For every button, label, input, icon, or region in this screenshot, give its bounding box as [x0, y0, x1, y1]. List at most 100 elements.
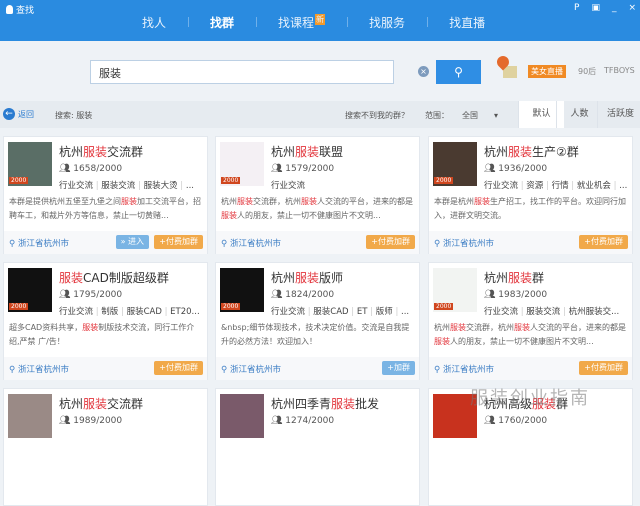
member-count: 👥︎ 1795/2000	[59, 290, 122, 300]
paid-join-button[interactable]: +付费加群	[579, 361, 628, 375]
title-highlight: 服装	[331, 397, 356, 411]
hot-tag-90s[interactable]: 90后	[578, 66, 596, 77]
range-label: 范围：	[425, 111, 449, 120]
back-label: 返回	[18, 109, 34, 119]
paid-join-button[interactable]: +付费加群	[579, 235, 628, 249]
group-avatar[interactable]	[220, 394, 264, 438]
tag: ...	[178, 181, 194, 191]
search-query: 搜索: 服装	[55, 111, 93, 120]
group-card[interactable]: 2000 服装CAD制版超级群 👥︎ 1795/2000行业交流制版服装CADE…	[3, 262, 208, 380]
group-title[interactable]: 杭州服装群	[484, 269, 544, 286]
back-button[interactable]: ← 返回	[3, 108, 34, 120]
desc-text: 服装	[237, 197, 253, 206]
group-card[interactable]: 2000 杭州服装群 👥︎ 1983/2000行业交流服装交流杭州服装交...杭…	[428, 262, 633, 380]
minimize-button[interactable]: _	[612, 3, 617, 13]
card-footer: ⚲ 浙江省杭州市 +加群	[216, 357, 419, 380]
join-button[interactable]: +加群	[382, 361, 415, 375]
tag: 行情	[543, 181, 568, 191]
sort-activity[interactable]: 活跃度	[597, 101, 640, 128]
group-card[interactable]: 2000 杭州服装生产②群 👥︎ 1936/2000行业交流资源行情就业机会..…	[428, 136, 633, 254]
members-icon: 👥︎	[59, 164, 74, 174]
search-button[interactable]: ⚲	[436, 60, 481, 84]
member-count: 👥︎ 1983/2000	[484, 290, 547, 300]
level-badge: 2000	[9, 303, 29, 310]
group-tags: 行业交流服装CADET版师...	[271, 305, 417, 317]
level-badge: 2000	[221, 177, 241, 184]
tab-find-live[interactable]: 找直播	[427, 14, 507, 31]
group-title[interactable]: 杭州服装交流群	[59, 143, 143, 160]
card-footer: ⚲ 浙江省杭州市 +付费加群	[4, 357, 207, 380]
group-avatar[interactable]: 2000	[433, 268, 477, 312]
group-card[interactable]: 2000 杭州服装交流群 👥︎ 1658/2000行业交流服装交流服装大烫...…	[3, 136, 208, 254]
tag: ...	[393, 307, 409, 317]
tag: 行业交流	[484, 307, 519, 317]
group-card[interactable]: 2000 杭州服装联盟 👥︎ 1579/2000 行业交流 杭州服装交流群，杭州服装…	[215, 136, 420, 254]
level-badge: 2000	[434, 177, 454, 184]
desc-text: 服装	[301, 197, 317, 206]
pin-icon[interactable]: P	[574, 3, 579, 13]
members-icon: 👥︎	[59, 416, 74, 426]
close-button[interactable]: ×	[628, 3, 636, 13]
paid-join-button[interactable]: +付费加群	[154, 361, 203, 375]
card-footer: ⚲ 浙江省杭州市 +付费加群	[216, 231, 419, 254]
skin-icon[interactable]: ▣	[591, 3, 600, 13]
member-count: 👥︎ 1760/2000	[484, 416, 547, 426]
group-description: 杭州服装交流群，杭州服装人交流的平台，进来的都是服装人的朋友，禁止一切不健康图片…	[221, 195, 416, 223]
member-count-value: 1274/2000	[285, 416, 335, 426]
card-footer: ⚲ 浙江省杭州市 » 进入 +付费加群	[4, 231, 207, 254]
title-text: 杭州	[59, 397, 84, 411]
group-title[interactable]: 服装CAD制版超级群	[59, 269, 169, 286]
group-avatar[interactable]	[8, 394, 52, 438]
group-card[interactable]: 2000 杭州服装版师 👥︎ 1824/2000行业交流服装CADET版师...…	[215, 262, 420, 380]
enter-button[interactable]: » 进入	[115, 235, 149, 249]
group-title[interactable]: 杭州服装生产②群	[484, 143, 579, 160]
title-highlight: 服装	[59, 271, 84, 285]
tab-find-course[interactable]: 找课程新	[256, 14, 347, 31]
title-text: CAD制版超级群	[83, 271, 169, 285]
title-highlight: 服装	[83, 145, 108, 159]
member-count-value: 1760/2000	[498, 416, 548, 426]
desc-text: 本群是杭州	[434, 197, 474, 206]
group-avatar[interactable]: 2000	[8, 142, 52, 186]
hot-tag-live[interactable]: 美女直播	[528, 65, 566, 78]
desc-text: 服装	[221, 211, 237, 220]
title-highlight: 服装	[508, 145, 533, 159]
range-select[interactable]: 全国 ▾	[462, 110, 498, 121]
members-icon: 👥︎	[484, 290, 499, 300]
filter-bar: ← 返回 搜索: 服装 搜索不到我的群？ 范围： 全国 ▾ 默认 人数 活跃度	[0, 101, 640, 128]
group-avatar[interactable]: 2000	[220, 142, 264, 186]
desc-text: 人交流的平台，进来的都是	[317, 197, 413, 206]
tab-find-people[interactable]: 找人	[120, 14, 188, 31]
tab-find-group[interactable]: 找群	[188, 14, 256, 48]
search-input[interactable]: 服装	[90, 60, 394, 84]
tab-find-service[interactable]: 找服务	[347, 14, 427, 31]
member-count: 👥︎ 1936/2000	[484, 164, 547, 174]
group-title[interactable]: 杭州服装交流群	[59, 395, 143, 412]
clear-icon[interactable]: ×	[418, 66, 429, 77]
group-title[interactable]: 杭州四季青服装批发	[271, 395, 379, 412]
tag: 就业机会	[569, 181, 611, 191]
group-title[interactable]: 杭州服装版师	[271, 269, 343, 286]
card-footer: ⚲ 浙江省杭州市 +付费加群	[429, 231, 632, 254]
group-card[interactable]: 杭州四季青服装批发 👥︎ 1274/2000	[215, 388, 420, 506]
not-found-link[interactable]: 搜索不到我的群？	[345, 110, 409, 121]
tag: 行业交流	[271, 181, 306, 191]
sort-members[interactable]: 人数	[556, 101, 602, 128]
group-avatar[interactable]: 2000	[220, 268, 264, 312]
title-text: 杭州	[484, 145, 509, 159]
location-text: 浙江省杭州市	[17, 365, 69, 375]
group-card[interactable]: 杭州服装交流群 👥︎ 1989/2000	[3, 388, 208, 506]
group-avatar[interactable]: 2000	[8, 268, 52, 312]
title-text: 杭州	[271, 145, 296, 159]
paid-join-button[interactable]: +付费加群	[154, 235, 203, 249]
paid-join-button[interactable]: +付费加群	[366, 235, 415, 249]
tag: 资源	[518, 181, 543, 191]
new-badge: 新	[315, 14, 326, 25]
title-text: 批发	[355, 397, 380, 411]
hot-tag-tfboys[interactable]: TFBOYS	[604, 66, 635, 75]
tag: 服装CAD	[305, 307, 349, 317]
group-avatar[interactable]: 2000	[433, 142, 477, 186]
title-highlight: 服装	[83, 397, 108, 411]
level-badge: 2000	[434, 303, 454, 310]
group-title[interactable]: 杭州服装联盟	[271, 143, 343, 160]
